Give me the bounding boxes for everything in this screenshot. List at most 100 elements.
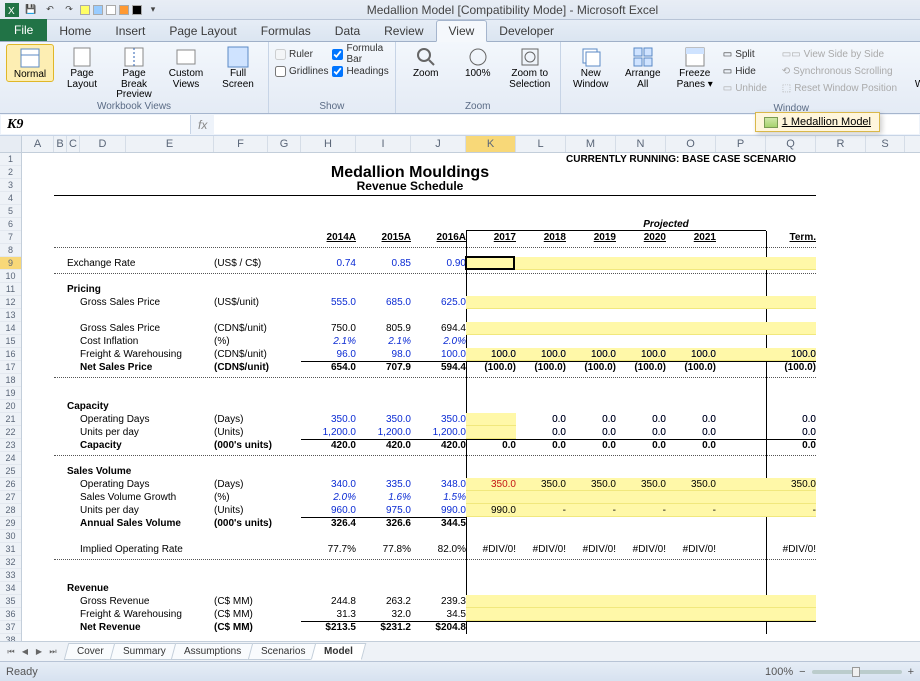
input-cell[interactable]: [466, 426, 516, 439]
col-header-R[interactable]: R: [816, 136, 866, 152]
qat-color4-icon[interactable]: [119, 5, 129, 15]
row-header-18[interactable]: 18: [0, 374, 21, 387]
name-box-input[interactable]: [7, 117, 184, 133]
row-header-8[interactable]: 8: [0, 244, 21, 257]
tab-nav-last[interactable]: ⏭: [46, 645, 60, 659]
freeze-panes-button[interactable]: Freeze Panes ▾: [671, 44, 719, 90]
tab-formulas[interactable]: Formulas: [249, 21, 323, 41]
row-header-5[interactable]: 5: [0, 205, 21, 218]
row-header-4[interactable]: 4: [0, 192, 21, 205]
full-screen-button[interactable]: Full Screen: [214, 44, 262, 90]
col-header-E[interactable]: E: [126, 136, 214, 152]
new-window-button[interactable]: New Window: [567, 44, 615, 90]
row-header-20[interactable]: 20: [0, 400, 21, 413]
custom-views-button[interactable]: Custom Views: [162, 44, 210, 90]
tab-review[interactable]: Review: [372, 21, 435, 41]
row-header-6[interactable]: 6: [0, 218, 21, 231]
zoom-button[interactable]: Zoom: [402, 44, 450, 80]
col-header-G[interactable]: G: [268, 136, 301, 152]
row-header-34[interactable]: 34: [0, 582, 21, 595]
row-header-35[interactable]: 35: [0, 595, 21, 608]
headings-checkbox[interactable]: Headings: [332, 63, 388, 79]
input-cell[interactable]: [466, 608, 766, 621]
qat-more-icon[interactable]: ▾: [145, 2, 161, 18]
sheet-tab-scenarios[interactable]: Scenarios: [247, 643, 318, 660]
col-header-K[interactable]: K: [466, 136, 516, 152]
col-header-P[interactable]: P: [716, 136, 766, 152]
row-header-28[interactable]: 28: [0, 504, 21, 517]
input-cell[interactable]: [766, 296, 816, 309]
zoom-in-button[interactable]: +: [908, 666, 914, 678]
row-header-23[interactable]: 23: [0, 439, 21, 452]
undo-icon[interactable]: ↶: [42, 2, 58, 18]
col-header-D[interactable]: D: [80, 136, 126, 152]
name-box[interactable]: [1, 115, 191, 134]
col-header-Q[interactable]: Q: [766, 136, 816, 152]
save-icon[interactable]: 💾: [23, 2, 39, 18]
row-header-31[interactable]: 31: [0, 543, 21, 556]
tab-page-layout[interactable]: Page Layout: [157, 21, 248, 41]
row-header-11[interactable]: 11: [0, 283, 21, 296]
redo-icon[interactable]: ↷: [61, 2, 77, 18]
row-header-30[interactable]: 30: [0, 530, 21, 543]
input-cell[interactable]: [466, 322, 766, 335]
zoom-100-button[interactable]: 100%: [454, 44, 502, 80]
col-header-F[interactable]: F: [214, 136, 268, 152]
row-header-29[interactable]: 29: [0, 517, 21, 530]
row-header-19[interactable]: 19: [0, 387, 21, 400]
col-header-I[interactable]: I: [356, 136, 411, 152]
page-layout-button[interactable]: Page Layout: [58, 44, 106, 90]
zoom-slider[interactable]: [812, 670, 902, 674]
ruler-checkbox[interactable]: Ruler: [275, 46, 328, 62]
tab-developer[interactable]: Developer: [487, 21, 566, 41]
split-button[interactable]: ▭ Split: [723, 46, 778, 62]
tab-nav-prev[interactable]: ◀: [18, 645, 32, 659]
sheet-tab-summary[interactable]: Summary: [109, 643, 178, 660]
normal-view-button[interactable]: Normal: [6, 44, 54, 82]
row-header-32[interactable]: 32: [0, 556, 21, 569]
qat-color2-icon[interactable]: [93, 5, 103, 15]
col-header-B[interactable]: B: [54, 136, 67, 152]
row-header-25[interactable]: 25: [0, 465, 21, 478]
arrange-all-button[interactable]: Arrange All: [619, 44, 667, 90]
input-cell[interactable]: [466, 296, 766, 309]
sheet-tab-assumptions[interactable]: Assumptions: [171, 643, 255, 660]
row-header-21[interactable]: 21: [0, 413, 21, 426]
qat-color5-icon[interactable]: [132, 5, 142, 15]
input-cell[interactable]: [766, 595, 816, 608]
col-header-H[interactable]: H: [301, 136, 356, 152]
row-header-17[interactable]: 17: [0, 361, 21, 374]
row-header-24[interactable]: 24: [0, 452, 21, 465]
col-header-N[interactable]: N: [616, 136, 666, 152]
row-header-38[interactable]: 38: [0, 634, 21, 641]
row-header-37[interactable]: 37: [0, 621, 21, 634]
row-header-3[interactable]: 3: [0, 179, 21, 192]
tab-nav-first[interactable]: ⏮: [4, 645, 18, 659]
col-header-J[interactable]: J: [411, 136, 466, 152]
row-header-9[interactable]: 9: [0, 257, 21, 270]
col-header-O[interactable]: O: [666, 136, 716, 152]
row-header-10[interactable]: 10: [0, 270, 21, 283]
input-cell[interactable]: [466, 413, 516, 426]
tab-view[interactable]: View: [436, 20, 488, 42]
qat-color3-icon[interactable]: [106, 5, 116, 15]
row-header-1[interactable]: 1: [0, 153, 21, 166]
switch-windows-dropdown[interactable]: 1 Medallion Model: [755, 112, 880, 132]
row-header-14[interactable]: 14: [0, 322, 21, 335]
tab-insert[interactable]: Insert: [103, 21, 157, 41]
zoom-level[interactable]: 100%: [765, 666, 793, 678]
row-header-16[interactable]: 16: [0, 348, 21, 361]
sheet-tab-cover[interactable]: Cover: [64, 643, 117, 660]
unhide-button[interactable]: ▭ Unhide: [723, 80, 778, 96]
row-header-36[interactable]: 36: [0, 608, 21, 621]
save-workspace-button[interactable]: Save Workspace: [916, 44, 920, 90]
fx-icon[interactable]: fx: [198, 118, 207, 132]
file-tab[interactable]: File: [0, 19, 47, 41]
sheet-tab-model[interactable]: Model: [311, 643, 366, 660]
qat-color1-icon[interactable]: [80, 5, 90, 15]
input-cell[interactable]: [466, 595, 766, 608]
selected-cell[interactable]: [465, 256, 515, 270]
tab-nav-next[interactable]: ▶: [32, 645, 46, 659]
tab-home[interactable]: Home: [47, 21, 103, 41]
row-header-22[interactable]: 22: [0, 426, 21, 439]
